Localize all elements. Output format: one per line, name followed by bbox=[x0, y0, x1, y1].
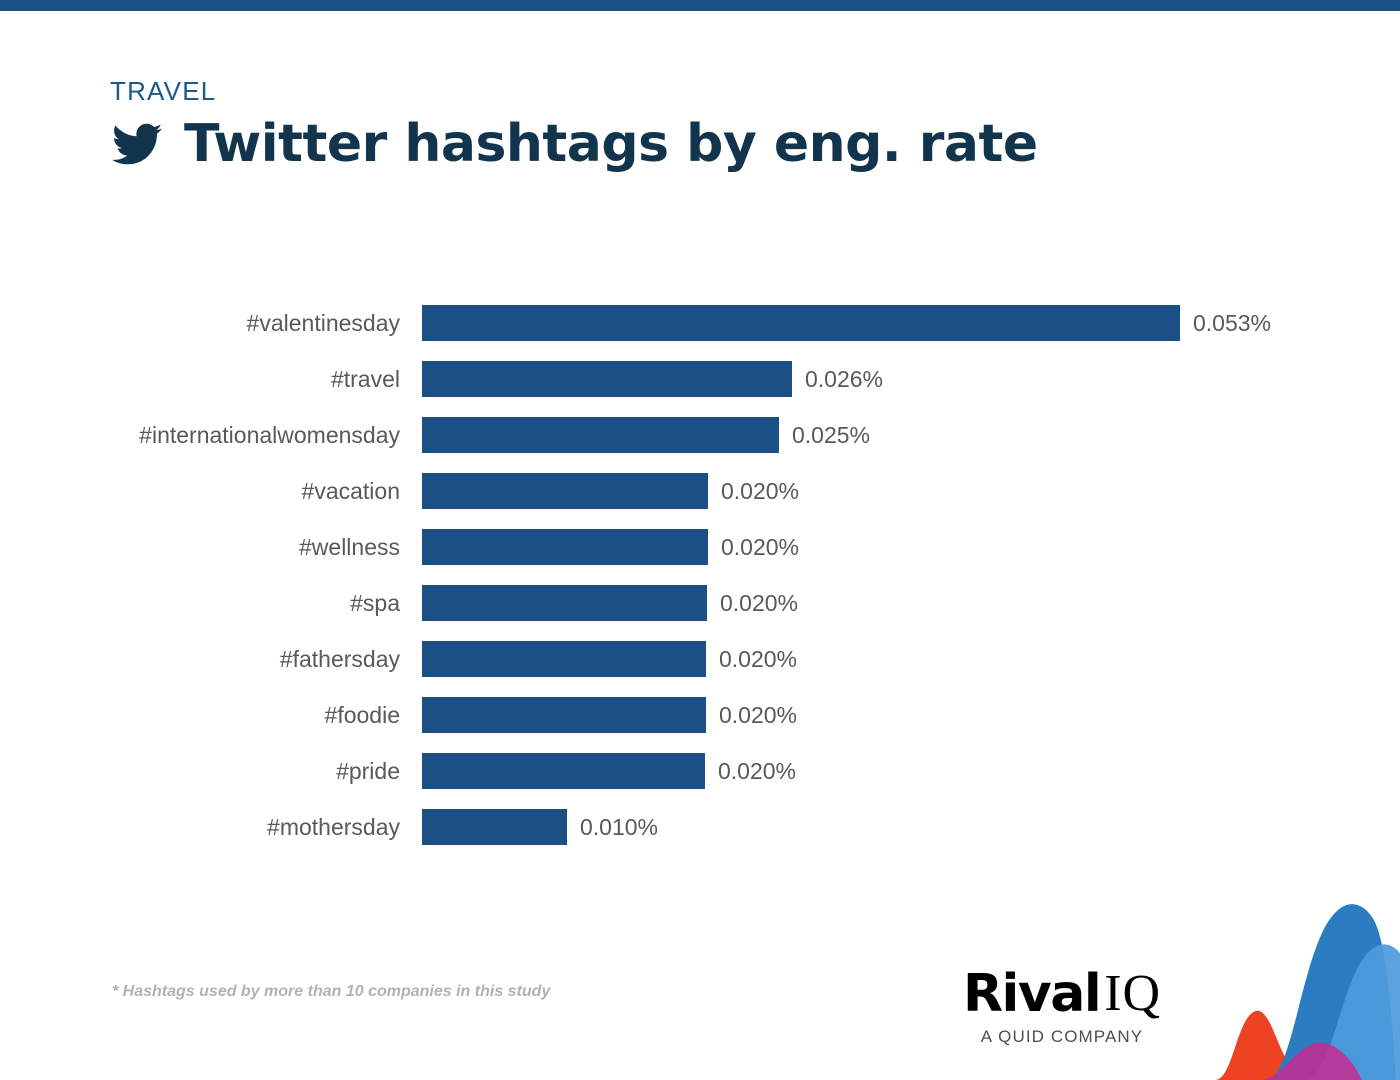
bar bbox=[422, 809, 567, 845]
bar-category-label: #foodie bbox=[324, 701, 400, 728]
bar-row: #fathersday 0.020% bbox=[0, 641, 1400, 677]
bar-row: #internationalwomensday 0.025% bbox=[0, 417, 1400, 453]
bar-value-label: 0.020% bbox=[721, 533, 800, 560]
chart-title-row: Twitter hashtags by eng. rate bbox=[108, 118, 1038, 170]
bar-category-label: #internationalwomensday bbox=[139, 421, 400, 448]
bar-row: #foodie 0.020% bbox=[0, 697, 1400, 733]
logo-tagline: A QUID COMPANY bbox=[980, 1027, 1144, 1046]
bar-and-value: 0.020% bbox=[422, 585, 798, 621]
bar-category-label: #pride bbox=[336, 757, 400, 784]
bar-value-label: 0.026% bbox=[805, 365, 884, 392]
bar bbox=[422, 305, 1180, 341]
bar-value-label: 0.020% bbox=[721, 477, 800, 504]
top-accent-bar bbox=[0, 0, 1400, 11]
bar-and-value: 0.026% bbox=[422, 361, 883, 397]
bar bbox=[422, 417, 779, 453]
bar-and-value: 0.020% bbox=[422, 473, 799, 509]
bar-and-value: 0.053% bbox=[422, 305, 1271, 341]
bar-chart: #valentinesday 0.053% #travel 0.026% #intern… bbox=[0, 305, 1400, 875]
bar-row: #mothersday 0.010% bbox=[0, 809, 1400, 845]
bar-value-label: 0.025% bbox=[792, 421, 871, 448]
bar-value-label: 0.020% bbox=[719, 645, 798, 672]
bar bbox=[422, 361, 792, 397]
footnote: * Hashtags used by more than 10 companie… bbox=[112, 983, 551, 1000]
bar bbox=[422, 753, 705, 789]
bar-and-value: 0.020% bbox=[422, 641, 797, 677]
twitter-bird-icon bbox=[108, 119, 166, 169]
bar-category-label: #valentinesday bbox=[246, 309, 400, 336]
bar-category-label: #spa bbox=[350, 589, 400, 616]
bar-value-label: 0.010% bbox=[580, 813, 659, 840]
rival-iq-logo: Rival IQ A QUID COMPANY bbox=[963, 968, 1161, 1047]
bar-row: #spa 0.020% bbox=[0, 585, 1400, 621]
bar-row: #travel 0.026% bbox=[0, 361, 1400, 397]
bar-value-label: 0.020% bbox=[719, 701, 798, 728]
bar-and-value: 0.010% bbox=[422, 809, 658, 845]
page-title: Twitter hashtags by eng. rate bbox=[184, 114, 1038, 174]
logo-wordmark-secondary: IQ bbox=[1104, 965, 1162, 1022]
bar-value-label: 0.020% bbox=[718, 757, 797, 784]
bar-value-label: 0.020% bbox=[720, 589, 799, 616]
bar-value-label: 0.053% bbox=[1193, 309, 1272, 336]
bar bbox=[422, 697, 706, 733]
logo-wordmark-primary: Rival bbox=[963, 964, 1102, 1024]
bar-and-value: 0.025% bbox=[422, 417, 870, 453]
bar-category-label: #vacation bbox=[301, 477, 400, 504]
bar bbox=[422, 529, 708, 565]
bar bbox=[422, 585, 707, 621]
bar bbox=[422, 641, 706, 677]
bar bbox=[422, 473, 708, 509]
bar-and-value: 0.020% bbox=[422, 753, 796, 789]
decorative-curves-graphic bbox=[1215, 904, 1400, 1080]
bar-category-label: #wellness bbox=[299, 533, 400, 560]
bar-and-value: 0.020% bbox=[422, 529, 799, 565]
bar-and-value: 0.020% bbox=[422, 697, 797, 733]
bar-category-label: #fathersday bbox=[279, 645, 400, 672]
bar-category-label: #mothersday bbox=[267, 813, 400, 840]
bar-row: #wellness 0.020% bbox=[0, 529, 1400, 565]
bar-row: #vacation 0.020% bbox=[0, 473, 1400, 509]
bar-category-label: #travel bbox=[330, 365, 400, 392]
bar-row: #pride 0.020% bbox=[0, 753, 1400, 789]
bar-row: #valentinesday 0.053% bbox=[0, 305, 1400, 341]
category-eyebrow: TRAVEL bbox=[110, 76, 217, 106]
